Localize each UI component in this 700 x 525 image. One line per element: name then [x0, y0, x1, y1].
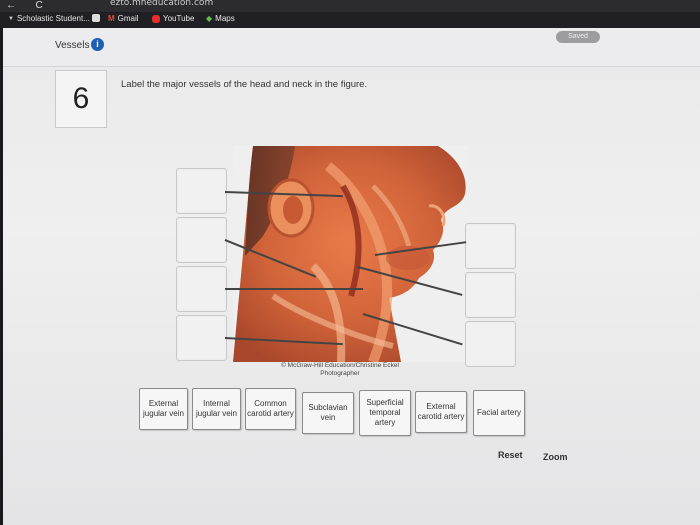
label-external-carotid-artery[interactable]: External carotid artery [415, 391, 467, 433]
reset-button[interactable]: Reset [498, 450, 523, 460]
address-bar[interactable]: ezto.mheducation.com [110, 0, 213, 8]
saved-status-badge: Saved [556, 31, 600, 43]
bookmark-label: Gmail [117, 14, 139, 23]
drop-target-right-1[interactable] [465, 223, 516, 269]
youtube-icon [152, 14, 160, 23]
label-superficial-temporal-artery[interactable]: Superficial temporal artery [359, 390, 411, 436]
page-icon [92, 14, 100, 22]
drop-target-left-4[interactable] [176, 315, 227, 361]
question-number-box: 6 [55, 70, 107, 128]
assignment-header: Vessels i Saved [3, 28, 700, 67]
anatomy-figure [233, 146, 468, 362]
info-icon[interactable]: i [91, 38, 104, 51]
question-prompt: Label the major vessels of the head and … [121, 79, 368, 90]
head-neck-dissection-image [233, 146, 468, 362]
back-forward-icon[interactable]: ← C [6, 0, 43, 11]
leader-line-3 [225, 288, 363, 290]
drop-target-right-3[interactable] [465, 321, 516, 367]
label-external-jugular-vein[interactable]: External jugular vein [139, 388, 188, 430]
page-title: Vessels [55, 40, 90, 51]
label-facial-artery[interactable]: Facial artery [473, 390, 525, 436]
bookmark-icon: ▼ [8, 15, 14, 22]
zoom-button[interactable]: Zoom [543, 452, 568, 462]
bookmark-label: Maps [215, 14, 235, 23]
browser-toolbar: ← C ezto.mheducation.com [0, 0, 700, 12]
bookmark-maps[interactable]: ◆ Maps [206, 14, 235, 23]
gmail-icon: M [108, 14, 115, 23]
label-internal-jugular-vein[interactable]: Internal jugular vein [192, 388, 241, 430]
bookmark-scholastic[interactable]: ▼ Scholastic Student... [8, 14, 90, 23]
bookmark-gmail[interactable]: M Gmail [108, 14, 139, 23]
label-subclavian-vein[interactable]: Subclavian vein [302, 392, 354, 434]
bookmark-youtube[interactable]: YouTube [152, 14, 194, 23]
bookmark-blank[interactable] [92, 14, 100, 22]
drop-target-left-2[interactable] [176, 217, 227, 263]
page-content: Vessels i Saved 6 Label the major vessel… [3, 28, 700, 525]
drop-target-left-1[interactable] [176, 168, 227, 214]
question-number: 6 [72, 82, 90, 115]
drop-target-right-2[interactable] [465, 272, 516, 318]
bookmarks-bar: ▼ Scholastic Student... M Gmail YouTube … [0, 12, 700, 28]
drop-target-left-3[interactable] [176, 266, 227, 312]
label-common-carotid-artery[interactable]: Common carotid artery [245, 388, 296, 430]
bookmark-label: Scholastic Student... [16, 14, 90, 23]
bookmark-label: YouTube [163, 14, 195, 23]
figure-caption: © McGraw-Hill Education/Christine Eckel … [281, 362, 399, 377]
maps-icon: ◆ [206, 14, 213, 23]
